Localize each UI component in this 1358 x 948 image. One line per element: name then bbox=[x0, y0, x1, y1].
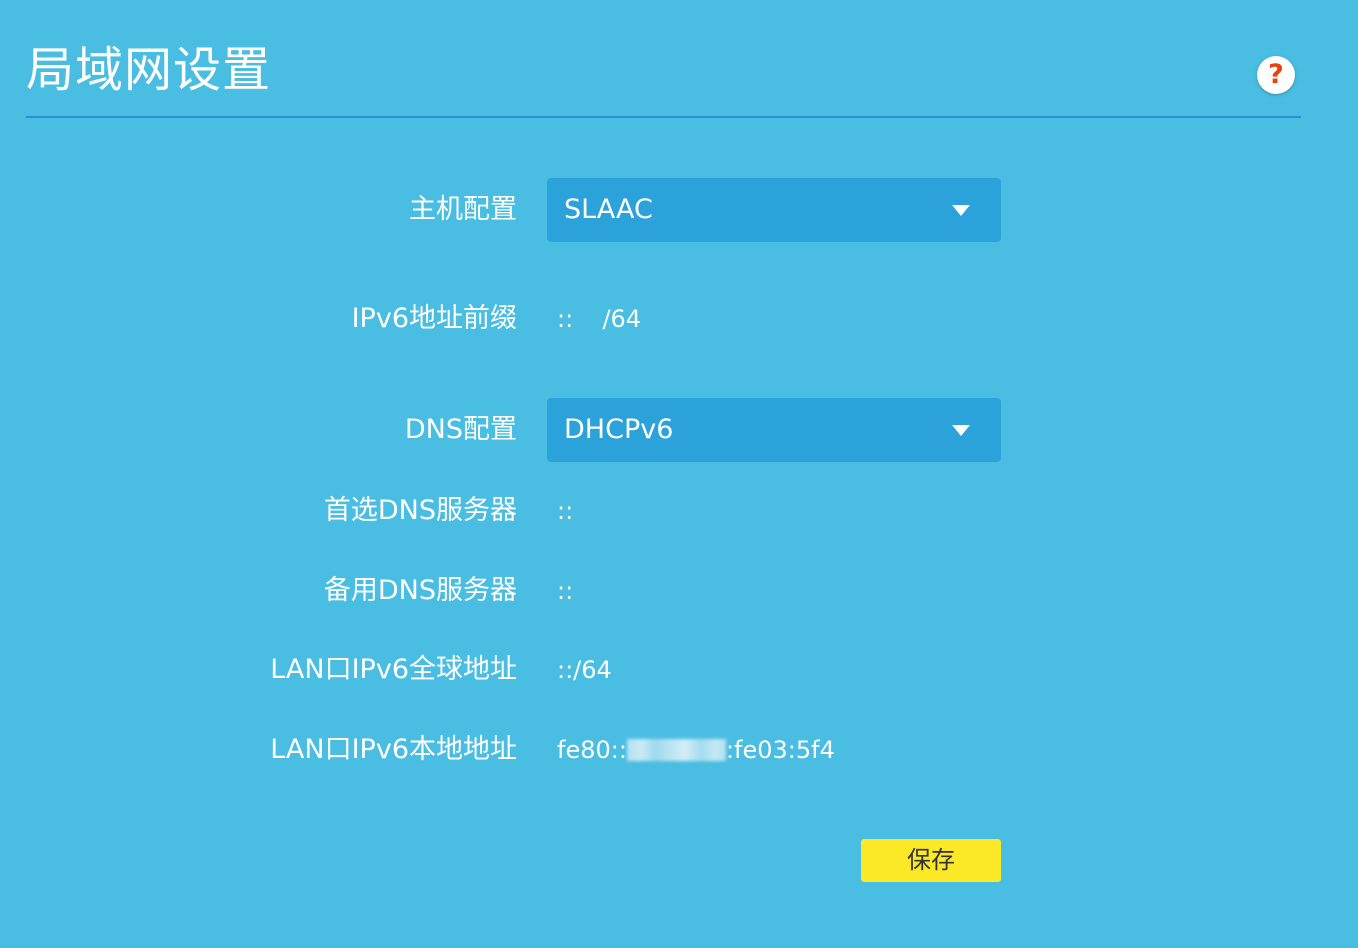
host-config-label: 主机配置 bbox=[409, 194, 517, 225]
ipv6-prefix-label: IPv6地址前缀 bbox=[351, 303, 517, 334]
lan-global-address-value: ::/64 bbox=[557, 656, 612, 684]
primary-dns-value: :: bbox=[557, 497, 574, 525]
ipv6-prefix-address: :: bbox=[557, 305, 574, 333]
secondary-dns-value: :: bbox=[557, 577, 574, 605]
triangle-down-icon bbox=[952, 425, 970, 436]
lan-global-address-label: LAN口IPv6全球地址 bbox=[270, 654, 517, 685]
page-title: 局域网设置 bbox=[26, 42, 272, 98]
dns-config-label: DNS配置 bbox=[404, 414, 517, 445]
triangle-down-icon bbox=[952, 205, 970, 216]
lan-local-address-label: LAN口IPv6本地地址 bbox=[270, 734, 517, 765]
ipv6-prefix-length: /64 bbox=[602, 305, 642, 333]
lan-local-address-value: fe80:::fe03:5f4 bbox=[557, 733, 835, 767]
primary-dns-label: 首选DNS服务器 bbox=[323, 495, 517, 526]
header-divider bbox=[26, 116, 1301, 118]
lan-local-address-start: fe80:: bbox=[557, 736, 627, 764]
dns-config-select-value: DHCPv6 bbox=[564, 414, 674, 445]
ipv6-prefix-value: :: /64 bbox=[557, 302, 641, 336]
help-question-mark-icon[interactable]: ? bbox=[1257, 56, 1295, 94]
secondary-dns-label: 备用DNS服务器 bbox=[323, 575, 517, 606]
host-config-select-value: SLAAC bbox=[564, 194, 653, 225]
host-config-select[interactable]: SLAAC bbox=[547, 178, 1001, 242]
redacted-blur bbox=[626, 739, 726, 761]
lan-local-address-end: :fe03:5f4 bbox=[725, 736, 835, 764]
save-button[interactable]: 保存 bbox=[861, 839, 1001, 882]
dns-config-select[interactable]: DHCPv6 bbox=[547, 398, 1001, 462]
